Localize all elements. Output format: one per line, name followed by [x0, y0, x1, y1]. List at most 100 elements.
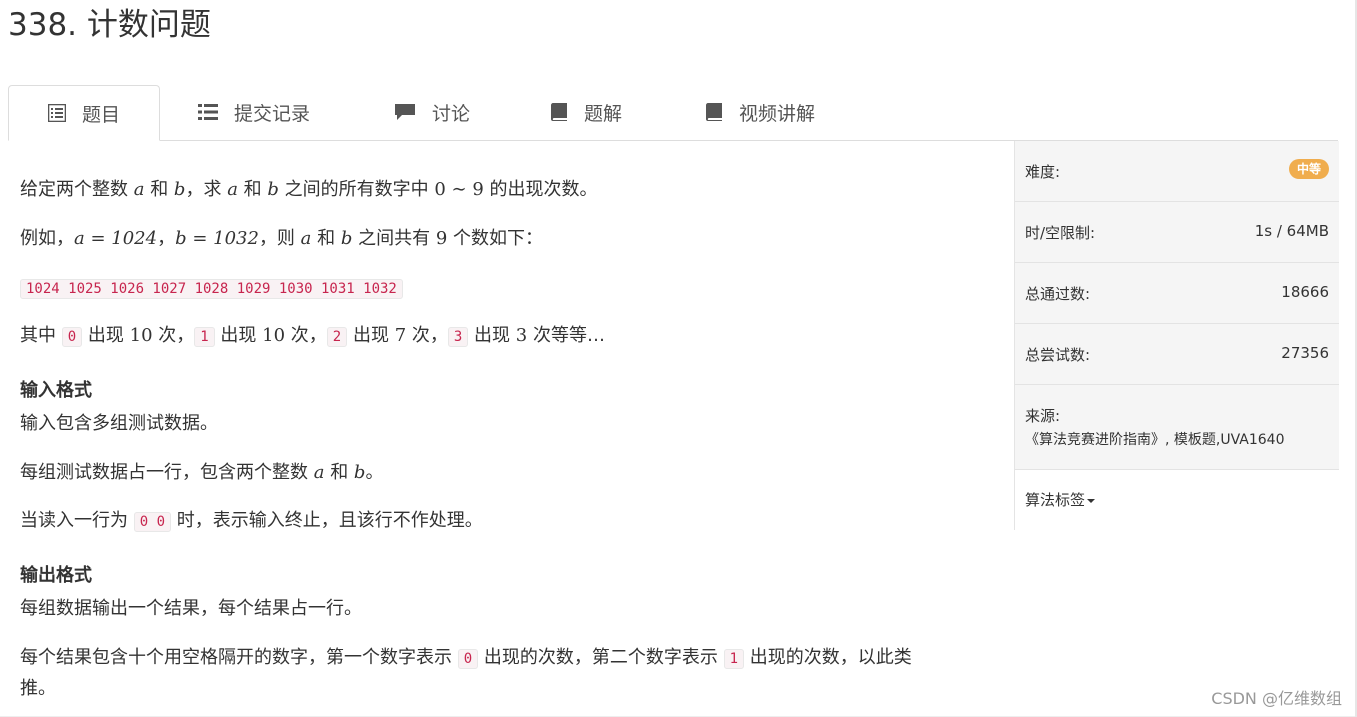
- output-paragraph: 每个结果包含十个用空格隔开的数字，第一个数字表示 0 出现的次数，第二个数字表示…: [20, 645, 912, 672]
- tab-label: 视频讲解: [739, 102, 816, 125]
- tab-problem[interactable]: 题目: [8, 85, 160, 141]
- difficulty-row: 难度: 中等: [1015, 141, 1339, 202]
- tab-discussion[interactable]: 讨论: [394, 85, 470, 139]
- text: 次等等…: [527, 325, 605, 346]
- text: 其中: [20, 325, 62, 346]
- tab-bar: 题目 提交记录 讨论 题解 视频讲解: [8, 85, 1338, 141]
- math: 9: [435, 228, 448, 249]
- text: 出现的次数，第二个数字表示: [478, 647, 724, 668]
- math: 0 ∼ 9: [434, 179, 484, 200]
- text: 例如，: [20, 228, 74, 249]
- book-icon: [705, 102, 723, 122]
- list-alt-icon: [47, 104, 66, 122]
- text: 出现: [347, 325, 395, 346]
- text: 时，表示输入终止，且该行不作处理。: [171, 510, 483, 531]
- comment-icon: [394, 103, 416, 121]
- text: 给定两个整数: [20, 179, 134, 200]
- source-label: 来源:: [1025, 407, 1061, 425]
- algorithm-tags-label: 算法标签: [1025, 491, 1086, 509]
- math: b = 1032: [175, 228, 259, 249]
- math: b: [340, 228, 353, 249]
- tab-label: 题解: [584, 102, 623, 125]
- attempts-row: 总尝试数: 27356: [1015, 324, 1339, 385]
- passed-row: 总通过数: 18666: [1015, 263, 1339, 324]
- text: 和: [311, 228, 341, 249]
- math: a: [133, 179, 145, 200]
- source-row: 来源: 《算法竞赛进阶指南》, 模板题,UVA1640: [1015, 385, 1339, 470]
- code-inline: 0: [457, 649, 479, 669]
- text: 之间共有: [352, 228, 436, 249]
- problem-page: 338. 计数问题 题目 提交记录 讨论 题解 视频讲解 给定两个整数 a 和 …: [0, 0, 1357, 717]
- text: ，: [157, 228, 176, 249]
- list-icon: [198, 103, 218, 121]
- math: a: [227, 179, 238, 200]
- text: 出现: [214, 325, 263, 346]
- passed-label: 总通过数:: [1025, 285, 1091, 303]
- math: b: [173, 179, 186, 200]
- output-paragraph: 每组数据输出一个结果，每个结果占一行。: [20, 598, 362, 619]
- page-title: 338. 计数问题: [8, 7, 211, 43]
- problem-info-panel: 难度: 中等 时/空限制: 1s / 64MB 总通过数: 18666 总尝试数…: [1014, 141, 1339, 530]
- math: a: [313, 462, 325, 483]
- statement-paragraph: 给定两个整数 a 和 b，求 a 和 b 之间的所有数字中 0 ∼ 9 的出现次…: [20, 177, 598, 203]
- limit-row: 时/空限制: 1s / 64MB: [1015, 202, 1339, 263]
- input-paragraph: 每组测试数据占一行，包含两个整数 a 和 b。: [20, 460, 383, 486]
- tab-label: 题目: [81, 103, 120, 126]
- tab-submissions[interactable]: 提交记录: [198, 85, 310, 139]
- watermark: CSDN @亿维数组: [1211, 689, 1342, 708]
- code-inline: 1: [194, 327, 215, 347]
- tab-label: 讨论: [432, 102, 471, 125]
- math: 7: [394, 325, 407, 346]
- text: 出现: [468, 325, 516, 346]
- output-paragraph-wrap: 推。: [20, 678, 56, 699]
- text: 。: [365, 462, 384, 483]
- math: b: [267, 179, 279, 200]
- limit-value: 1s / 64MB: [1254, 222, 1329, 240]
- text: 和: [144, 179, 174, 200]
- text: 次，: [406, 325, 448, 346]
- code-inline: 1: [723, 649, 745, 669]
- difficulty-badge: 中等: [1288, 159, 1329, 179]
- text: 和: [237, 179, 268, 200]
- math: 10: [129, 325, 153, 346]
- caret-down-icon: [1087, 498, 1096, 503]
- code-inline: 0: [61, 327, 83, 347]
- attempts-label: 总尝试数:: [1025, 346, 1091, 364]
- limit-label: 时/空限制:: [1025, 224, 1096, 242]
- text: 的出现次数。: [483, 179, 598, 200]
- text: 当读入一行为: [20, 510, 134, 531]
- source-value: 《算法竞赛进阶指南》, 模板题,UVA1640: [1025, 432, 1285, 448]
- text: 和: [324, 462, 354, 483]
- passed-value: 18666: [1281, 283, 1329, 301]
- text: ，则: [258, 228, 301, 249]
- text: 之间的所有数字中: [278, 179, 435, 200]
- math: b: [353, 462, 366, 483]
- text: 每个结果包含十个用空格隔开的数字，第一个数字表示: [20, 647, 458, 668]
- text: 次，: [152, 325, 195, 346]
- input-paragraph: 当读入一行为 0 0 时，表示输入终止，且该行不作处理。: [20, 508, 483, 535]
- example-list: 1024 1025 1026 1027 1028 1029 1030 1031 …: [20, 275, 403, 302]
- text: 次，: [285, 325, 327, 346]
- statement-paragraph: 其中 0 出现 10 次， 1 出现 10 次， 2 出现 7 次， 3 出现 3 次…: [20, 323, 605, 350]
- algorithm-tags-dropdown[interactable]: 算法标签: [1025, 489, 1096, 510]
- text: 每组测试数据占一行，包含两个整数: [20, 462, 314, 483]
- text: 个数如下：: [447, 228, 544, 249]
- code-inline: 3: [447, 327, 469, 347]
- text: 出现: [82, 325, 130, 346]
- math: a: [300, 228, 312, 249]
- tab-solutions[interactable]: 题解: [550, 85, 622, 139]
- tab-video[interactable]: 视频讲解: [705, 85, 815, 139]
- text: 出现的次数，以此类: [744, 647, 912, 668]
- text: ，求: [185, 179, 228, 200]
- math: a = 1024: [74, 228, 158, 249]
- input-format-heading: 输入格式: [20, 380, 92, 401]
- difficulty-label: 难度:: [1025, 163, 1061, 181]
- math: 3: [515, 325, 528, 346]
- math: 10: [262, 325, 286, 346]
- output-format-heading: 输出格式: [20, 565, 92, 586]
- book-icon: [550, 102, 568, 122]
- code-inline: 1024 1025 1026 1027 1028 1029 1030 1031 …: [20, 279, 403, 299]
- input-paragraph: 输入包含多组测试数据。: [20, 413, 218, 434]
- code-inline: 0 0: [133, 512, 172, 532]
- attempts-value: 27356: [1281, 344, 1329, 362]
